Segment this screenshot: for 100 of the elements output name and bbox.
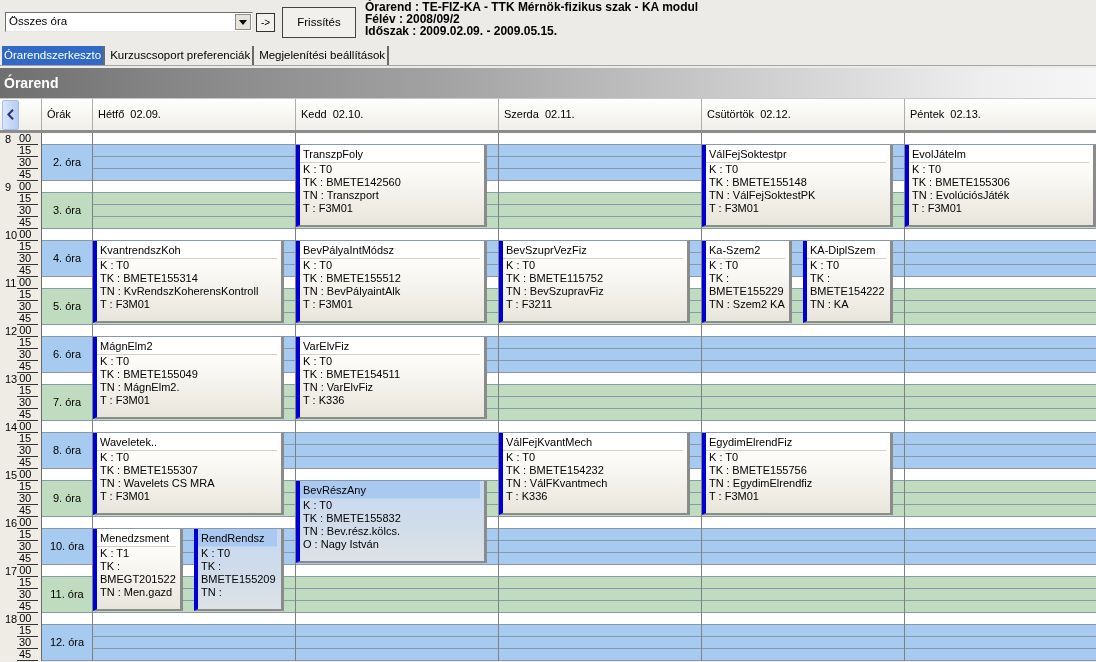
minute-label: 00 <box>17 565 38 577</box>
course-detail-line: TK : BMETE155832 <box>302 512 402 525</box>
hour-label: 13 <box>4 374 18 385</box>
course-card[interactable]: VálFejSoktestpr K : T0 TK : BMETE155148 TN : VálFejSoktestPK T : F3M01 <box>702 145 893 227</box>
minute-label: 30 <box>17 541 38 553</box>
course-detail-line: TN : EvolúciósJáték <box>911 189 1011 202</box>
scroll-left-button[interactable] <box>2 99 19 130</box>
minute-label: 30 <box>17 349 38 361</box>
schedule-info: Félév : 2008/09/2 <box>365 13 461 25</box>
course-detail-line: TK : BMETE142560 <box>302 176 402 189</box>
hour-label: 18 <box>4 614 18 625</box>
minute-label: 00 <box>17 181 38 193</box>
course-card[interactable]: VarElvFiz K : T0 TK : BMETE154511 TN : VarElvFiz T : K336 <box>296 337 487 419</box>
panel-title: Órarend <box>0 68 1096 98</box>
column-header: Hétfő 02.09. <box>93 99 296 130</box>
period-label: 7. óra <box>42 385 92 421</box>
minute-label: 45 <box>17 169 38 181</box>
course-card[interactable]: TranszpFoly K : T0 TK : BMETE142560 TN : Transzport T : F3M01 <box>296 145 487 227</box>
minute-label: 00 <box>17 613 38 625</box>
course-detail-line: K : T0 <box>99 451 131 464</box>
course-detail-line: TN : BevSzupravFiz <box>505 285 605 298</box>
minute-label: 00 <box>17 229 38 241</box>
minute-label: 45 <box>17 601 38 613</box>
minute-label: 30 <box>17 157 38 169</box>
course-card[interactable]: EgydimElrendFiz K : T0 TK : BMETE155756 TN : EgydimElrendfiz T : F3M01 <box>702 433 893 515</box>
period-label: 8. óra <box>42 433 92 469</box>
course-detail-line: T : F3M01 <box>99 490 151 503</box>
course-detail-line: TN : <box>200 586 223 599</box>
minute-label: 00 <box>17 325 38 337</box>
course-card[interactable]: MágnElm2 K : T0 TK : BMETE155049 TN : MágnElm2. T : F3M01 <box>93 337 284 419</box>
minute-label: 15 <box>17 433 38 445</box>
course-detail-line: K : T0 <box>200 547 232 560</box>
period-label: 9. óra <box>42 481 92 517</box>
minute-label: 00 <box>17 277 38 289</box>
course-card[interactable]: KA-DiplSzem K : T0 TK : BMETE154222 TN : KA <box>803 241 893 323</box>
tab[interactable]: Kurzuscsoport preferenciák <box>108 46 255 65</box>
minute-label: 45 <box>17 409 38 421</box>
course-detail-line: TN : Szem2 KA <box>708 298 786 311</box>
chevron-left-icon <box>7 109 14 120</box>
course-card[interactable]: BevPályaIntMódsz K : T0 TK : BMETE155512 TN : BevPályaintAlk T : F3M01 <box>296 241 487 323</box>
course-card[interactable]: Ka-Szem2 K : T0 TK : BMETE155229 TN : Szem2 KA <box>702 241 792 323</box>
period-label: 11. óra <box>42 577 92 613</box>
minute-label: 45 <box>17 361 38 373</box>
course-card[interactable]: RendRendsz K : T0 TK : BMETE155209 TN : <box>194 529 284 611</box>
course-card[interactable]: Menedzsment K : T1 TK : BMEGT201522 TN : Men.gazd <box>93 529 183 611</box>
minute-label: 00 <box>17 373 38 385</box>
refresh-button[interactable]: Frissítés <box>282 7 356 38</box>
minute-label: 45 <box>17 553 38 565</box>
go-button[interactable]: -> <box>256 13 275 32</box>
course-detail-line: K : T0 <box>911 163 943 176</box>
course-detail-line: TK : BMEGT201522 <box>99 560 177 586</box>
course-detail-line: TK : BMETE155209 <box>200 560 277 586</box>
hour-label: 14 <box>4 422 18 433</box>
column-header: Szerda 02.11. <box>499 99 702 130</box>
minute-label: 30 <box>17 589 38 601</box>
minute-label: 15 <box>17 337 38 349</box>
column-header: Órák <box>42 99 93 130</box>
course-detail-line: K : T0 <box>809 259 841 272</box>
period-label: 3. óra <box>42 193 92 229</box>
course-detail-line: K : T0 <box>708 163 740 176</box>
course-detail-line: T : F3M01 <box>302 202 354 215</box>
course-card[interactable]: VálFejKvantMech K : T0 TK : BMETE154232 TN : VálFKvantmech T : K336 <box>499 433 690 515</box>
minute-label: 00 <box>17 421 38 433</box>
course-detail-line: TN : Wavelets CS MRA <box>99 477 216 490</box>
minute-label: 15 <box>17 289 38 301</box>
course-detail-line: TK : BMETE155314 <box>99 272 199 285</box>
minute-label: 00 <box>17 517 38 529</box>
hour-label: 17 <box>4 566 18 577</box>
course-title: BevRészAny <box>300 481 480 499</box>
minute-label: 00 <box>17 469 38 481</box>
minute-label: 15 <box>17 529 38 541</box>
course-card[interactable]: BevRészAny K : T0 TK : BMETE155832 TN : Bev.rész.kölcs. O : Nagy István <box>296 481 487 563</box>
course-card[interactable]: KvantrendszKoh K : T0 TK : BMETE155314 TN : KvRendszKoherensKontroll T : F3M01 <box>93 241 284 323</box>
minute-label: 15 <box>17 385 38 397</box>
view-dropdown[interactable]: Összes óra <box>5 12 253 32</box>
minute-label: 45 <box>17 649 38 661</box>
period-label: 5. óra <box>42 289 92 325</box>
minute-label: 30 <box>17 301 38 313</box>
course-card[interactable]: BevSzuprVezFiz K : T0 TK : BMETE115752 TN : BevSzupravFiz T : F3211 <box>499 241 690 323</box>
minute-label: 45 <box>17 217 38 229</box>
course-card[interactable]: EvolJátelm K : T0 TK : BMETE155306 TN : EvolúciósJáték T : F3M01 <box>905 145 1096 227</box>
course-detail-line: TK : BMETE154232 <box>505 464 605 477</box>
course-detail-line: TN : Men.gazd <box>99 586 174 599</box>
minute-label: 30 <box>17 397 38 409</box>
course-detail-line: T : F3M01 <box>99 394 151 407</box>
minute-label: 30 <box>17 205 38 217</box>
minute-label: 30 <box>17 445 38 457</box>
minute-label: 45 <box>17 313 38 325</box>
tab[interactable]: Megjelenítési beállítások <box>257 46 390 65</box>
minute-label: 45 <box>17 505 38 517</box>
course-card[interactable]: Waveletek.. K : T0 TK : BMETE155307 TN : Wavelets CS MRA T : F3M01 <box>93 433 284 515</box>
hour-label: 15 <box>4 470 18 481</box>
course-title: RendRendsz <box>198 529 277 547</box>
minute-label: 00 <box>17 133 38 145</box>
column-header: Kedd 02.10. <box>296 99 499 130</box>
course-detail-line: TK : BMETE155049 <box>99 368 199 381</box>
period-label: 12. óra <box>42 625 92 661</box>
tab[interactable]: Órarendszerkeszto <box>2 46 106 65</box>
course-detail-line: K : T0 <box>505 259 537 272</box>
course-detail-line: T : F3211 <box>505 298 554 311</box>
